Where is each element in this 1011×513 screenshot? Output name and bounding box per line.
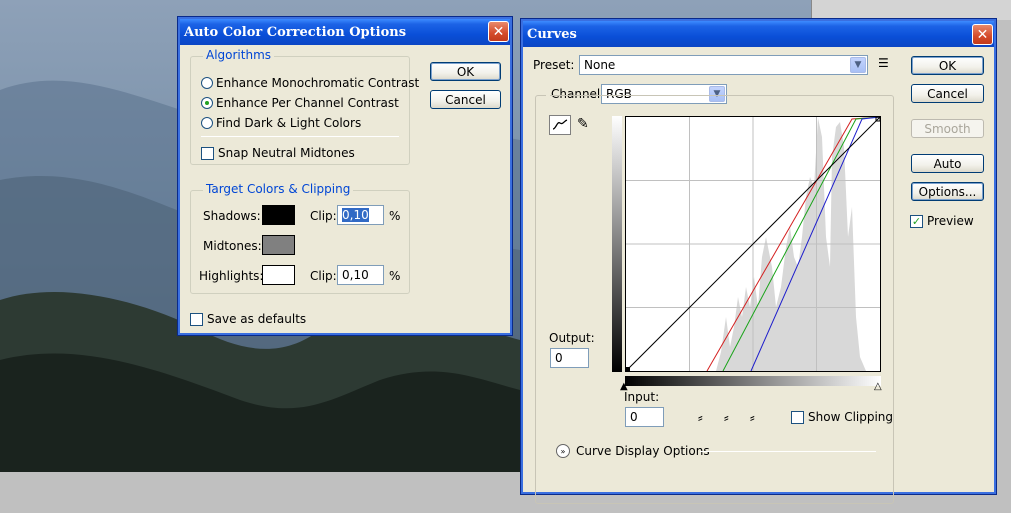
divider [700,451,876,452]
ok-button[interactable]: OK [911,56,984,75]
auto-button[interactable]: Auto [911,154,984,173]
radio-label: Enhance Monochromatic Contrast [216,76,420,90]
eyedropper-white-icon[interactable]: ⸗ [750,409,755,426]
checkbox-checked[interactable]: ✓ [910,214,923,228]
cancel-button[interactable]: Cancel [430,90,501,109]
pencil-icon[interactable]: ✎ [577,116,589,132]
close-icon[interactable]: ✕ [972,24,993,45]
checkbox[interactable] [190,312,203,326]
checkbox[interactable] [201,146,214,160]
percent-label: % [389,209,401,223]
shadows-clip-label: Clip: [310,209,337,223]
percent-label: % [389,269,401,283]
chevron-down-icon[interactable]: ▼ [850,57,866,73]
radio-enhance-per-channel[interactable]: Enhance Per Channel Contrast [201,96,399,110]
curve-graph[interactable] [625,116,881,372]
options-button[interactable]: Options... [911,182,984,201]
output-gradient-bar [612,116,622,372]
shadows-clip-input[interactable]: 0,10 [337,205,384,225]
ok-button[interactable]: OK [430,62,501,81]
background-panel [811,0,1011,20]
output-label: Output: [549,331,595,345]
save-as-defaults-checkbox[interactable]: Save as defaults [190,312,306,326]
shadows-label: Shadows: [203,209,261,223]
radio-button[interactable] [201,77,213,89]
snap-neutral-midtones-checkbox[interactable]: Snap Neutral Midtones [201,146,355,160]
radio-enhance-monochromatic[interactable]: Enhance Monochromatic Contrast [201,76,419,90]
highlights-clip-input[interactable]: 0,10 [337,265,384,285]
output-input[interactable]: 0 [550,348,589,368]
input-gradient-bar [625,376,881,386]
highlights-clip-label: Clip: [310,269,337,283]
auto-color-body: Algorithms Enhance Monochromatic Contras… [181,45,509,332]
channel-label-cover [546,87,550,101]
auto-color-correction-dialog: Auto Color Correction Options ✕ Algorith… [177,16,513,336]
cancel-button[interactable]: Cancel [911,84,984,103]
divider [201,136,399,137]
curve-display-options-toggle[interactable]: » Curve Display Options [556,444,710,458]
auto-color-titlebar[interactable]: Auto Color Correction Options [180,19,510,45]
curves-titlebar[interactable]: Curves [523,21,994,47]
algorithms-legend: Algorithms [203,48,275,62]
auto-color-title: Auto Color Correction Options [184,24,407,40]
input-field[interactable]: 0 [625,407,664,427]
radio-label: Find Dark & Light Colors [216,116,362,130]
black-point-handle [626,367,630,371]
radio-button[interactable] [201,117,213,129]
target-colors-legend: Target Colors & Clipping [203,182,354,196]
midtones-label: Midtones: [203,239,262,253]
highlights-label: Highlights: [199,269,264,283]
checkbox-label: Snap Neutral Midtones [218,146,355,160]
midtones-color-swatch[interactable] [262,235,295,255]
radio-label: Enhance Per Channel Contrast [216,96,399,110]
curves-body: Preset: None ▼ ☰ Channel: RGB ▼ ✎ ▲ △ Ou… [524,47,993,504]
preset-select[interactable]: None ▼ [579,55,868,75]
checkbox-label: Show Clipping [808,410,894,424]
show-clipping-checkbox[interactable]: Show Clipping [791,410,893,424]
eyedropper-black-icon[interactable]: ⸗ [698,409,703,426]
input-label: Input: [624,390,660,404]
curve-display-options-label: Curve Display Options [576,444,710,458]
shadows-color-swatch[interactable] [262,205,295,225]
eyedropper-gray-icon[interactable]: ⸗ [724,409,729,426]
checkbox-label: Save as defaults [207,312,307,326]
checkbox-label: Preview [927,214,974,228]
curves-title: Curves [527,26,577,42]
preview-checkbox[interactable]: ✓ Preview [910,214,974,228]
smooth-button[interactable]: Smooth [911,119,984,138]
radio-button-selected[interactable] [201,97,213,109]
expand-icon[interactable]: » [556,444,570,458]
preset-label: Preset: [533,58,575,72]
curves-dialog: Curves ✕ Preset: None ▼ ☰ Channel: RGB ▼… [520,18,997,504]
input-white-slider[interactable]: △ [874,381,882,392]
checkbox[interactable] [791,410,804,424]
radio-find-dark-light[interactable]: Find Dark & Light Colors [201,116,361,130]
highlights-color-swatch[interactable] [262,265,295,285]
preset-menu-icon[interactable]: ☰ [878,56,889,70]
close-icon[interactable]: ✕ [488,21,509,42]
curve-tool-icon[interactable] [549,115,571,135]
